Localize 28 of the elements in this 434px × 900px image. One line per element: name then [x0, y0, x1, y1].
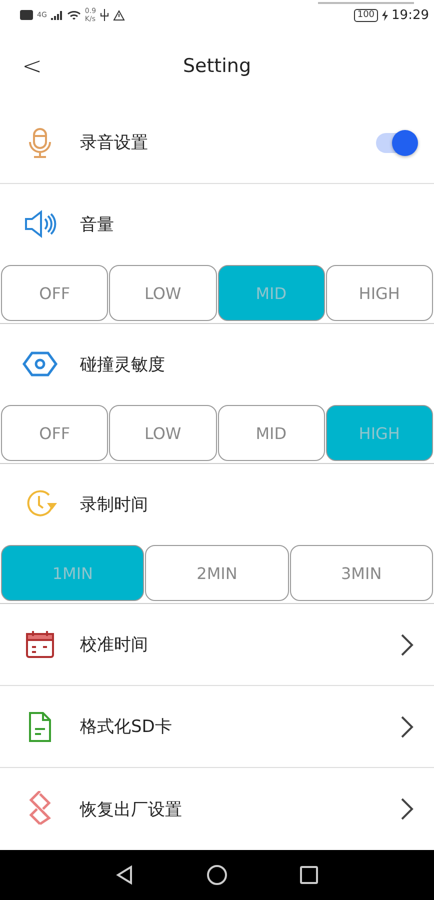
clock-time: 19:29 [392, 8, 429, 22]
battery-level: 100 [354, 8, 378, 22]
warning-icon [113, 10, 126, 20]
hd-icon [20, 10, 33, 20]
option-button[interactable]: OFF [1, 405, 108, 461]
option-button[interactable]: 2MIN [145, 545, 289, 601]
chevron-right-icon [400, 632, 414, 656]
usb-icon [100, 9, 110, 21]
option-button[interactable]: MID [218, 405, 325, 461]
page-title: Setting [182, 55, 252, 77]
chevron-right-icon [400, 714, 414, 738]
menu-item[interactable]: 恢复出厂设置 [22, 768, 414, 850]
setting-label: 音量 [80, 214, 115, 236]
back-button[interactable]: < [14, 48, 50, 84]
option-button[interactable]: LOW [109, 265, 216, 321]
signal-icon [50, 10, 63, 20]
wifi-icon [66, 10, 81, 20]
menu-item[interactable]: 校准时间 [22, 604, 414, 685]
option-button[interactable]: HIGH [326, 265, 433, 321]
option-button[interactable]: 3MIN [290, 545, 433, 601]
option-button[interactable]: LOW [109, 405, 216, 461]
menu-item[interactable]: 格式化SD卡 [22, 686, 414, 767]
option-button[interactable]: OFF [1, 265, 108, 321]
charging-icon [382, 10, 388, 20]
chevron-right-icon [400, 797, 414, 821]
setting-label: 碰撞灵敏度 [80, 354, 166, 376]
setting-label: 录制时间 [80, 494, 149, 516]
setting-label: 录音设置 [80, 132, 149, 154]
